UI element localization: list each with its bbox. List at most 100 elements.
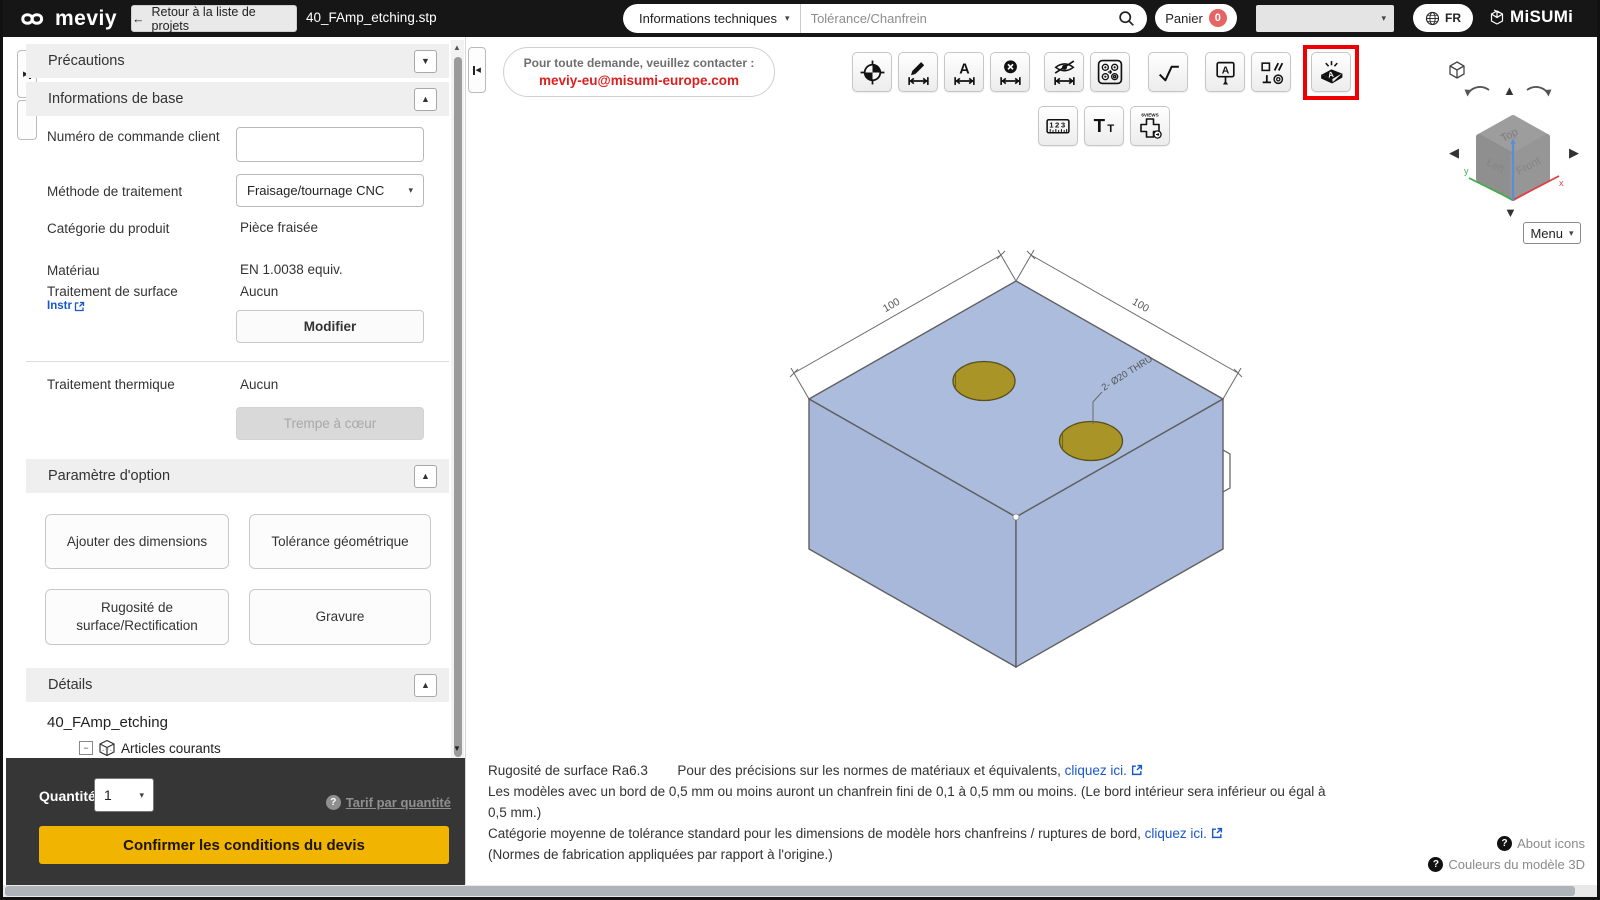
back-to-projects-button[interactable]: ← Retour à la liste de projets	[131, 5, 297, 33]
click-here-link[interactable]: cliquez ici.	[1145, 826, 1207, 841]
scrollbar-thumb[interactable]	[453, 57, 462, 757]
question-icon: ?	[1497, 836, 1513, 851]
scroll-up-icon[interactable]: ▲	[453, 43, 461, 52]
model-colors-link[interactable]: ? Couleurs du modèle 3D	[1393, 857, 1585, 872]
section-precautions: Précautions ▼	[26, 44, 449, 78]
chevron-down-icon: ▾	[1381, 13, 1386, 23]
edit-dimension-button[interactable]	[898, 52, 938, 92]
hole-pattern-icon	[1097, 59, 1123, 85]
text-dimension-button[interactable]: A	[944, 52, 984, 92]
model-hole-2[interactable]	[1058, 420, 1124, 462]
language-code: FR	[1445, 11, 1461, 25]
quantity-select[interactable]: 1 ▾	[94, 778, 154, 812]
material-value: EN 1.0038 equiv.	[240, 262, 343, 277]
hide-dimension-button[interactable]	[1044, 52, 1084, 92]
modify-button[interactable]: Modifier	[236, 310, 424, 343]
rotate-right-arrow[interactable]: ▶	[1569, 146, 1579, 159]
section-options-title: Paramètre d'option	[48, 468, 171, 484]
instr-link[interactable]: Instr	[47, 300, 85, 312]
chevron-down-icon: ▾	[785, 13, 790, 23]
search-button[interactable]	[1114, 10, 1147, 27]
model-hole-1[interactable]	[952, 360, 1016, 402]
external-link-icon[interactable]	[1131, 764, 1143, 776]
geometric-tolerance-button[interactable]: Tolérance géométrique	[249, 514, 431, 569]
triangle-up-icon: ▲	[421, 471, 430, 481]
sidebar-scrollbar[interactable]: ▲ ▼	[451, 40, 464, 758]
delete-dimension-button[interactable]	[990, 52, 1030, 92]
note-line-4: Catégorie moyenne de tolérance standard …	[488, 826, 1223, 841]
cart-button[interactable]: Panier 0	[1155, 4, 1237, 32]
account-select[interactable]: ▾	[1256, 5, 1394, 32]
misumi-cube-icon	[1490, 8, 1504, 25]
section-basic-info-title: Informations de base	[48, 91, 184, 107]
tariff-per-quantity-link[interactable]: ? Tarif par quantité	[325, 795, 451, 810]
six-views-button[interactable]: 6VIEWS	[1130, 106, 1170, 146]
logo-text: meviy	[55, 7, 118, 30]
model-colors-label: Couleurs du modèle 3D	[1448, 857, 1585, 872]
svg-text:T: T	[1107, 123, 1114, 135]
horizontal-scrollbar[interactable]	[3, 885, 1597, 897]
svg-text:A: A	[959, 61, 970, 77]
rotate-ccw-icon[interactable]	[1463, 85, 1491, 102]
external-link-icon[interactable]	[1211, 827, 1223, 839]
svg-text:6VIEWS: 6VIEWS	[1141, 113, 1158, 118]
delete-dimension-icon	[999, 59, 1021, 85]
surface-treatment-label: Traitement de surface	[47, 284, 178, 299]
chevron-down-icon: ▾	[408, 185, 413, 195]
note-line-1: Rugosité de surface Ra6.3 Pour des préci…	[488, 763, 1143, 778]
surface-check-button[interactable]	[1148, 52, 1188, 92]
processing-method-label: Méthode de traitement	[47, 184, 183, 199]
collapse-section-button[interactable]: ▲	[414, 673, 437, 697]
axis-x-label: x	[1559, 178, 1564, 188]
processing-method-select[interactable]: Fraisage/tournage CNC ▾	[236, 174, 424, 207]
order-number-input[interactable]	[236, 127, 424, 162]
tech-info-select[interactable]: Informations techniques ▾	[623, 4, 801, 33]
annotation-sign-button[interactable]: A	[1205, 52, 1245, 92]
contact-banner: Pour toute demande, veuillez contacter :…	[503, 47, 775, 97]
surface-roughness-button[interactable]: Rugosité de surface/Rectification	[45, 589, 229, 645]
horizontal-scrollbar-thumb[interactable]	[5, 886, 1575, 896]
measure-123-button[interactable]: 123	[1038, 106, 1078, 146]
geometric-tolerance-tool-button[interactable]	[1251, 52, 1291, 92]
engraving-icon: A	[1320, 60, 1342, 83]
confirm-quote-button[interactable]: Confirmer les conditions du devis	[39, 826, 449, 864]
app-window: meviy ← Retour à la liste de projets 40_…	[0, 0, 1600, 900]
triangle-up-icon: ▲	[421, 680, 430, 690]
tree-item-current-articles[interactable]: − Articles courants	[79, 738, 221, 758]
engraving-tool-button[interactable]: A	[1311, 52, 1351, 92]
section-options: Paramètre d'option ▲	[26, 459, 449, 493]
engraving-button[interactable]: Gravure	[249, 589, 431, 645]
model-viewport[interactable]: 100 100 2- Ø20 THRU	[763, 240, 1283, 680]
about-icons-link[interactable]: ? About icons	[1393, 836, 1585, 851]
view-cube[interactable]: Top Left Front y x	[1461, 106, 1569, 210]
scroll-down-icon[interactable]: ▼	[453, 744, 461, 753]
triangle-up-icon: ▲	[421, 94, 430, 104]
add-dimensions-button[interactable]: Ajouter des dimensions	[45, 514, 229, 569]
collapse-section-button[interactable]: ▲	[414, 87, 437, 111]
datum-target-icon	[860, 60, 884, 84]
collapse-section-button[interactable]: ▲	[414, 464, 437, 488]
datum-target-button[interactable]	[852, 52, 892, 92]
rotate-left-arrow[interactable]: ◀	[1449, 146, 1459, 159]
model-vertex-marker[interactable]	[1012, 513, 1020, 521]
text-size-button[interactable]: T T	[1084, 106, 1124, 146]
divider	[26, 361, 449, 362]
rotate-cw-icon[interactable]	[1525, 85, 1553, 102]
viewcube-menu-button[interactable]: Menu ▾	[1523, 222, 1581, 244]
rotate-up-arrow[interactable]: ▲	[1503, 84, 1516, 97]
axis-y-label: y	[1464, 166, 1469, 176]
meviy-logo[interactable]: meviy	[19, 4, 117, 34]
click-here-link[interactable]: cliquez ici.	[1065, 763, 1127, 778]
isometric-view-icon[interactable]	[1447, 60, 1467, 80]
contact-email-link[interactable]: meviy-eu@misumi-europe.com	[539, 73, 739, 88]
hole-pattern-button[interactable]	[1090, 52, 1130, 92]
panel-collapse-handle[interactable]: ◀	[468, 47, 486, 93]
misumi-logo: MiSUMi	[1489, 7, 1573, 27]
search-input[interactable]	[800, 11, 1114, 26]
open-file-name: 40_FAmp_etching.stp	[306, 10, 437, 25]
expand-section-button[interactable]: ▼	[414, 49, 437, 73]
tree-collapse-icon[interactable]: −	[79, 741, 93, 755]
back-arrow-icon: ←	[132, 11, 145, 26]
language-button[interactable]: FR	[1413, 4, 1473, 32]
product-category-label: Catégorie du produit	[47, 221, 170, 236]
